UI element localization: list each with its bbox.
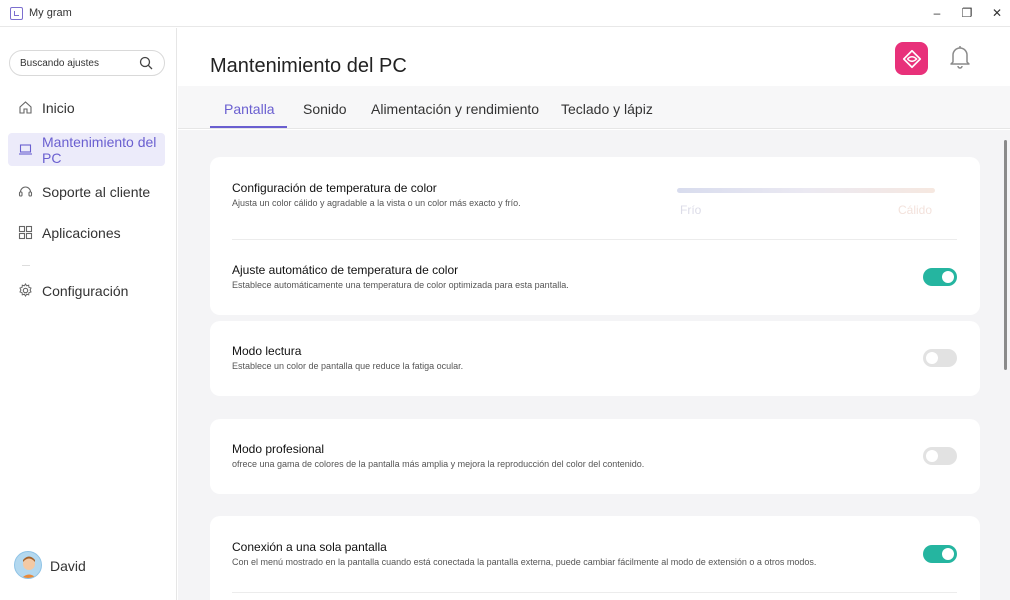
sidebar-divider [22, 265, 30, 266]
color-temp-title: Configuración de temperatura de color [232, 181, 437, 195]
tab-pantalla[interactable]: Pantalla [224, 101, 275, 117]
sidebar-item-label: Configuración [42, 283, 129, 299]
auto-temp-toggle[interactable] [923, 268, 957, 286]
brand-icon[interactable] [895, 42, 928, 75]
close-button[interactable]: ✕ [985, 2, 1009, 24]
single-display-card: Conexión a una sola pantalla Con el menú… [210, 516, 980, 600]
grid-icon [18, 225, 33, 240]
bell-icon[interactable] [948, 44, 972, 70]
toggle-knob [926, 352, 938, 364]
color-temp-desc: Ajusta un color cálido y agradable a la … [232, 198, 521, 208]
single-display-desc: Con el menú mostrado en la pantalla cuan… [232, 557, 817, 567]
tab-alimentacion[interactable]: Alimentación y rendimiento [371, 101, 539, 117]
home-icon [19, 101, 32, 114]
search-icon[interactable] [139, 56, 153, 70]
reading-mode-title: Modo lectura [232, 344, 302, 358]
brand-glyph-icon [902, 49, 921, 68]
toggle-knob [942, 548, 954, 560]
minimize-button[interactable]: – [925, 2, 949, 24]
active-tab-indicator [210, 126, 287, 128]
pro-mode-desc: ofrece una gama de colores de la pantall… [232, 459, 645, 469]
color-settings-card: Configuración de temperatura de color Aj… [210, 157, 980, 315]
sidebar-item-inicio[interactable]: Inicio [8, 96, 165, 120]
window-title: My gram [29, 7, 72, 19]
sidebar-item-label: Mantenimiento del PC [42, 134, 157, 166]
toggle-knob [942, 271, 954, 283]
gear-icon [19, 283, 32, 297]
app-logo-icon [10, 7, 23, 20]
page-title: Mantenimiento del PC [210, 55, 407, 77]
search-box [9, 50, 165, 76]
headset-icon [18, 186, 33, 197]
user-name: David [50, 558, 86, 574]
sidebar-item-configuracion[interactable]: Configuración [8, 279, 165, 303]
row-divider [232, 592, 957, 593]
pro-mode-card: Modo profesional ofrece una gama de colo… [210, 419, 980, 494]
search-input[interactable] [20, 51, 135, 75]
auto-temp-title: Ajuste automático de temperatura de colo… [232, 263, 459, 277]
user-profile[interactable]: David [14, 551, 164, 579]
avatar-person-icon [21, 556, 37, 578]
single-display-toggle[interactable] [923, 545, 957, 563]
single-display-title: Conexión a una sola pantalla [232, 540, 387, 554]
maximize-button[interactable]: ❐ [955, 2, 979, 24]
toggle-knob [926, 450, 938, 462]
sidebar: Inicio Mantenimiento del PC Soporte al c… [0, 28, 177, 600]
pro-mode-title: Modo profesional [232, 442, 325, 456]
settings-content: Configuración de temperatura de color Aj… [178, 130, 1010, 600]
sidebar-item-mantenimiento[interactable]: Mantenimiento del PC [8, 133, 165, 166]
title-bar: My gram – ❐ ✕ [0, 0, 1010, 27]
content-scrollbar[interactable] [1004, 140, 1007, 370]
reading-mode-card: Modo lectura Establece un color de panta… [210, 321, 980, 396]
tab-bar: Pantalla Sonido Alimentación y rendimien… [178, 86, 1010, 129]
sidebar-item-label: Inicio [42, 100, 75, 116]
avatar [14, 551, 42, 579]
tab-sonido[interactable]: Sonido [303, 101, 347, 117]
sidebar-item-label: Aplicaciones [42, 225, 121, 241]
tab-teclado[interactable]: Teclado y lápiz [561, 101, 653, 117]
reading-mode-desc: Establece un color de pantalla que reduc… [232, 361, 464, 371]
laptop-icon [19, 144, 32, 155]
color-temp-warm-label: Cálido [898, 203, 933, 217]
pro-mode-toggle[interactable] [923, 447, 957, 465]
reading-mode-toggle[interactable] [923, 349, 957, 367]
sidebar-item-aplicaciones[interactable]: Aplicaciones [8, 221, 165, 245]
main-header: Mantenimiento del PC [178, 28, 1010, 86]
color-temp-slider[interactable] [677, 188, 935, 193]
color-temp-cold-label: Frío [680, 203, 702, 217]
row-divider [232, 239, 957, 240]
auto-temp-desc: Establece automáticamente una temperatur… [232, 280, 569, 290]
sidebar-item-label: Soporte al cliente [42, 184, 151, 200]
sidebar-item-soporte[interactable]: Soporte al cliente [8, 180, 165, 204]
